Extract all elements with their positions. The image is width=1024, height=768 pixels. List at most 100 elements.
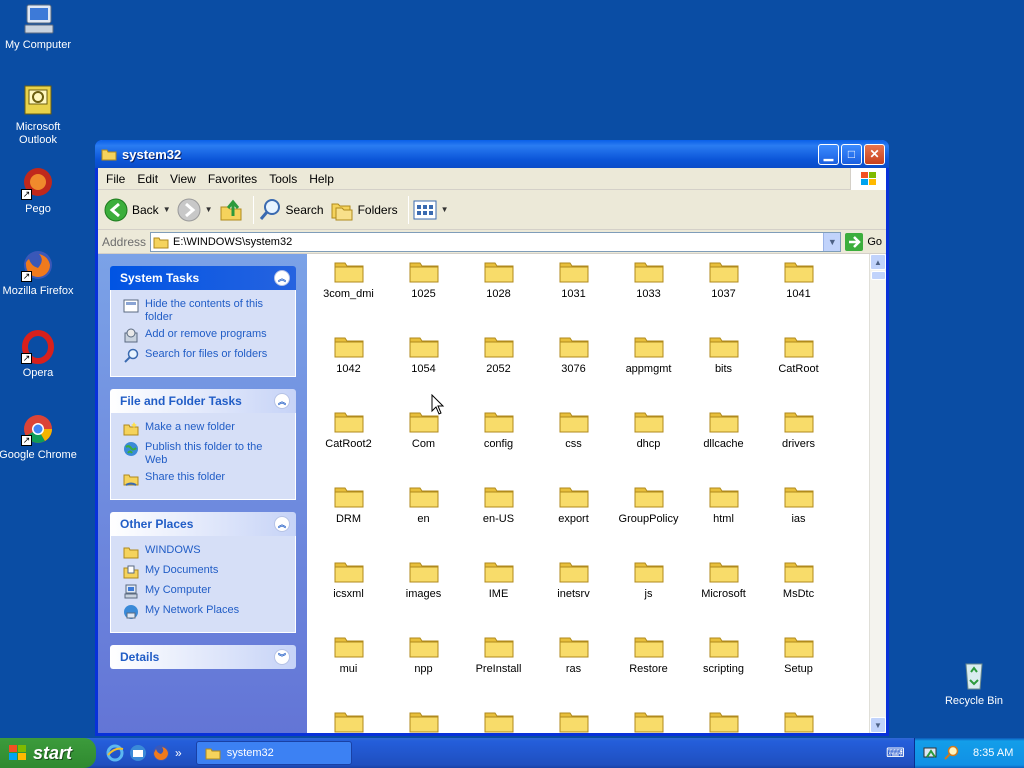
folder-item[interactable]: 1031 xyxy=(536,256,611,331)
desktop-icon-outlook[interactable]: Microsoft Outlook xyxy=(0,84,78,147)
minimize-button[interactable]: ▁ xyxy=(818,143,839,165)
collapse-chevron-icon[interactable]: ︽ xyxy=(274,393,290,409)
desktop-icon-firefox[interactable]: ↗ Mozilla Firefox xyxy=(0,248,78,298)
quick-launch-overflow-icon[interactable]: » xyxy=(175,746,182,760)
folder-item[interactable]: Microsoft xyxy=(686,556,761,631)
folder-item[interactable]: drivers xyxy=(761,406,836,481)
folder-item[interactable]: mui xyxy=(311,631,386,706)
go-button[interactable]: Go xyxy=(845,232,882,251)
menu-view[interactable]: View xyxy=(164,172,202,186)
expand-chevron-icon[interactable]: ︾ xyxy=(274,649,290,665)
place-my-network-places[interactable]: My Network Places xyxy=(123,604,287,620)
folder-item[interactable]: images xyxy=(386,556,461,631)
folder-item[interactable]: css xyxy=(536,406,611,481)
folder-item[interactable]: config xyxy=(461,406,536,481)
maximize-button[interactable]: □ xyxy=(841,143,862,165)
task-add-remove-programs[interactable]: Add or remove programs xyxy=(123,328,287,344)
chevron-down-icon[interactable]: ▼ xyxy=(205,205,213,214)
folder-item[interactable]: CatRoot xyxy=(761,331,836,406)
desktop-icon-pego[interactable]: ↗ Pego xyxy=(0,166,78,216)
task-share-folder[interactable]: Share this folder xyxy=(123,471,287,487)
folder-item[interactable] xyxy=(686,706,761,733)
folder-item[interactable]: html xyxy=(686,481,761,556)
folders-button[interactable]: Folders xyxy=(330,198,398,222)
folder-item[interactable]: 1042 xyxy=(311,331,386,406)
folder-item[interactable]: CatRoot2 xyxy=(311,406,386,481)
other-places-header[interactable]: Other Places ︽ xyxy=(110,512,296,536)
folder-item[interactable]: bits xyxy=(686,331,761,406)
desktop-icon-my-computer[interactable]: My Computer xyxy=(0,2,78,52)
folder-item[interactable]: PreInstall xyxy=(461,631,536,706)
folder-item[interactable]: scripting xyxy=(686,631,761,706)
place-windows[interactable]: WINDOWS xyxy=(123,544,287,560)
scroll-up-button[interactable]: ▲ xyxy=(870,254,886,270)
folder-item[interactable]: IME xyxy=(461,556,536,631)
folder-item[interactable]: appmgmt xyxy=(611,331,686,406)
search-button[interactable]: Search xyxy=(258,198,324,222)
views-button[interactable]: ▼ xyxy=(413,200,449,220)
address-dropdown-button[interactable]: ▼ xyxy=(823,232,841,251)
folder-item[interactable]: npp xyxy=(386,631,461,706)
close-button[interactable]: ✕ xyxy=(864,143,885,165)
folder-item[interactable]: export xyxy=(536,481,611,556)
address-input[interactable]: E:\WINDOWS\system32 ▼ xyxy=(150,231,842,252)
folder-item[interactable]: 1054 xyxy=(386,331,461,406)
firefox-icon[interactable] xyxy=(152,744,170,762)
taskbar-task-system32[interactable]: system32 xyxy=(195,741,352,765)
folder-item[interactable]: GroupPolicy xyxy=(611,481,686,556)
folder-item[interactable]: Com xyxy=(386,406,461,481)
back-button[interactable]: Back ▼ xyxy=(104,198,171,222)
folder-item[interactable]: 2052 xyxy=(461,331,536,406)
folder-item[interactable]: 1037 xyxy=(686,256,761,331)
menu-favorites[interactable]: Favorites xyxy=(202,172,263,186)
system-tasks-header[interactable]: System Tasks ︽ xyxy=(110,266,296,290)
menu-help[interactable]: Help xyxy=(303,172,340,186)
forward-button[interactable]: ▼ xyxy=(177,198,213,222)
keyboard-icon[interactable]: ⌨ xyxy=(886,745,905,761)
folder-item[interactable]: js xyxy=(611,556,686,631)
folder-item[interactable]: DRM xyxy=(311,481,386,556)
folder-item[interactable]: MsDtc xyxy=(761,556,836,631)
folder-item[interactable]: Setup xyxy=(761,631,836,706)
folder-item[interactable]: en xyxy=(386,481,461,556)
folder-item[interactable]: icsxml xyxy=(311,556,386,631)
folder-item[interactable] xyxy=(386,706,461,733)
place-my-computer[interactable]: My Computer xyxy=(123,584,287,600)
file-folder-tasks-header[interactable]: File and Folder Tasks ︽ xyxy=(110,389,296,413)
details-header[interactable]: Details ︾ xyxy=(110,645,296,669)
folder-item[interactable] xyxy=(761,706,836,733)
collapse-chevron-icon[interactable]: ︽ xyxy=(274,270,290,286)
scroll-down-button[interactable]: ▼ xyxy=(870,717,886,733)
folder-item[interactable]: 1028 xyxy=(461,256,536,331)
folder-item[interactable]: Restore xyxy=(611,631,686,706)
menu-tools[interactable]: Tools xyxy=(263,172,303,186)
folder-item[interactable] xyxy=(536,706,611,733)
desktop-icon-chrome[interactable]: ↗ Google Chrome xyxy=(0,412,78,462)
menu-file[interactable]: File xyxy=(100,172,131,186)
task-publish-web[interactable]: Publish this folder to the Web xyxy=(123,441,287,467)
folder-item[interactable]: 1033 xyxy=(611,256,686,331)
desktop-icon-recycle-bin[interactable]: Recycle Bin xyxy=(934,658,1014,708)
network-status-icon[interactable] xyxy=(923,745,939,761)
folder-item[interactable]: 1025 xyxy=(386,256,461,331)
task-new-folder[interactable]: Make a new folder xyxy=(123,421,287,437)
outlook-express-icon[interactable] xyxy=(129,744,147,762)
title-bar[interactable]: system32 ▁ □ ✕ xyxy=(95,140,889,168)
collapse-chevron-icon[interactable]: ︽ xyxy=(274,516,290,532)
up-folder-button[interactable] xyxy=(219,198,243,222)
vertical-scrollbar[interactable]: ▲ ▼ xyxy=(869,254,886,733)
desktop-icon-opera[interactable]: ↗ Opera xyxy=(0,330,78,380)
folder-item[interactable] xyxy=(461,706,536,733)
scroll-thumb[interactable] xyxy=(871,271,886,280)
task-hide-contents[interactable]: Hide the contents of this folder xyxy=(123,298,287,324)
folder-item[interactable] xyxy=(611,706,686,733)
folder-item[interactable] xyxy=(311,706,386,733)
folder-item[interactable]: 3076 xyxy=(536,331,611,406)
clock[interactable]: 8:35 AM xyxy=(973,747,1013,759)
menu-edit[interactable]: Edit xyxy=(131,172,164,186)
folder-item[interactable]: 1041 xyxy=(761,256,836,331)
place-my-documents[interactable]: My Documents xyxy=(123,564,287,580)
folder-item[interactable]: ras xyxy=(536,631,611,706)
folder-item[interactable]: dllcache xyxy=(686,406,761,481)
folder-item[interactable]: dhcp xyxy=(611,406,686,481)
